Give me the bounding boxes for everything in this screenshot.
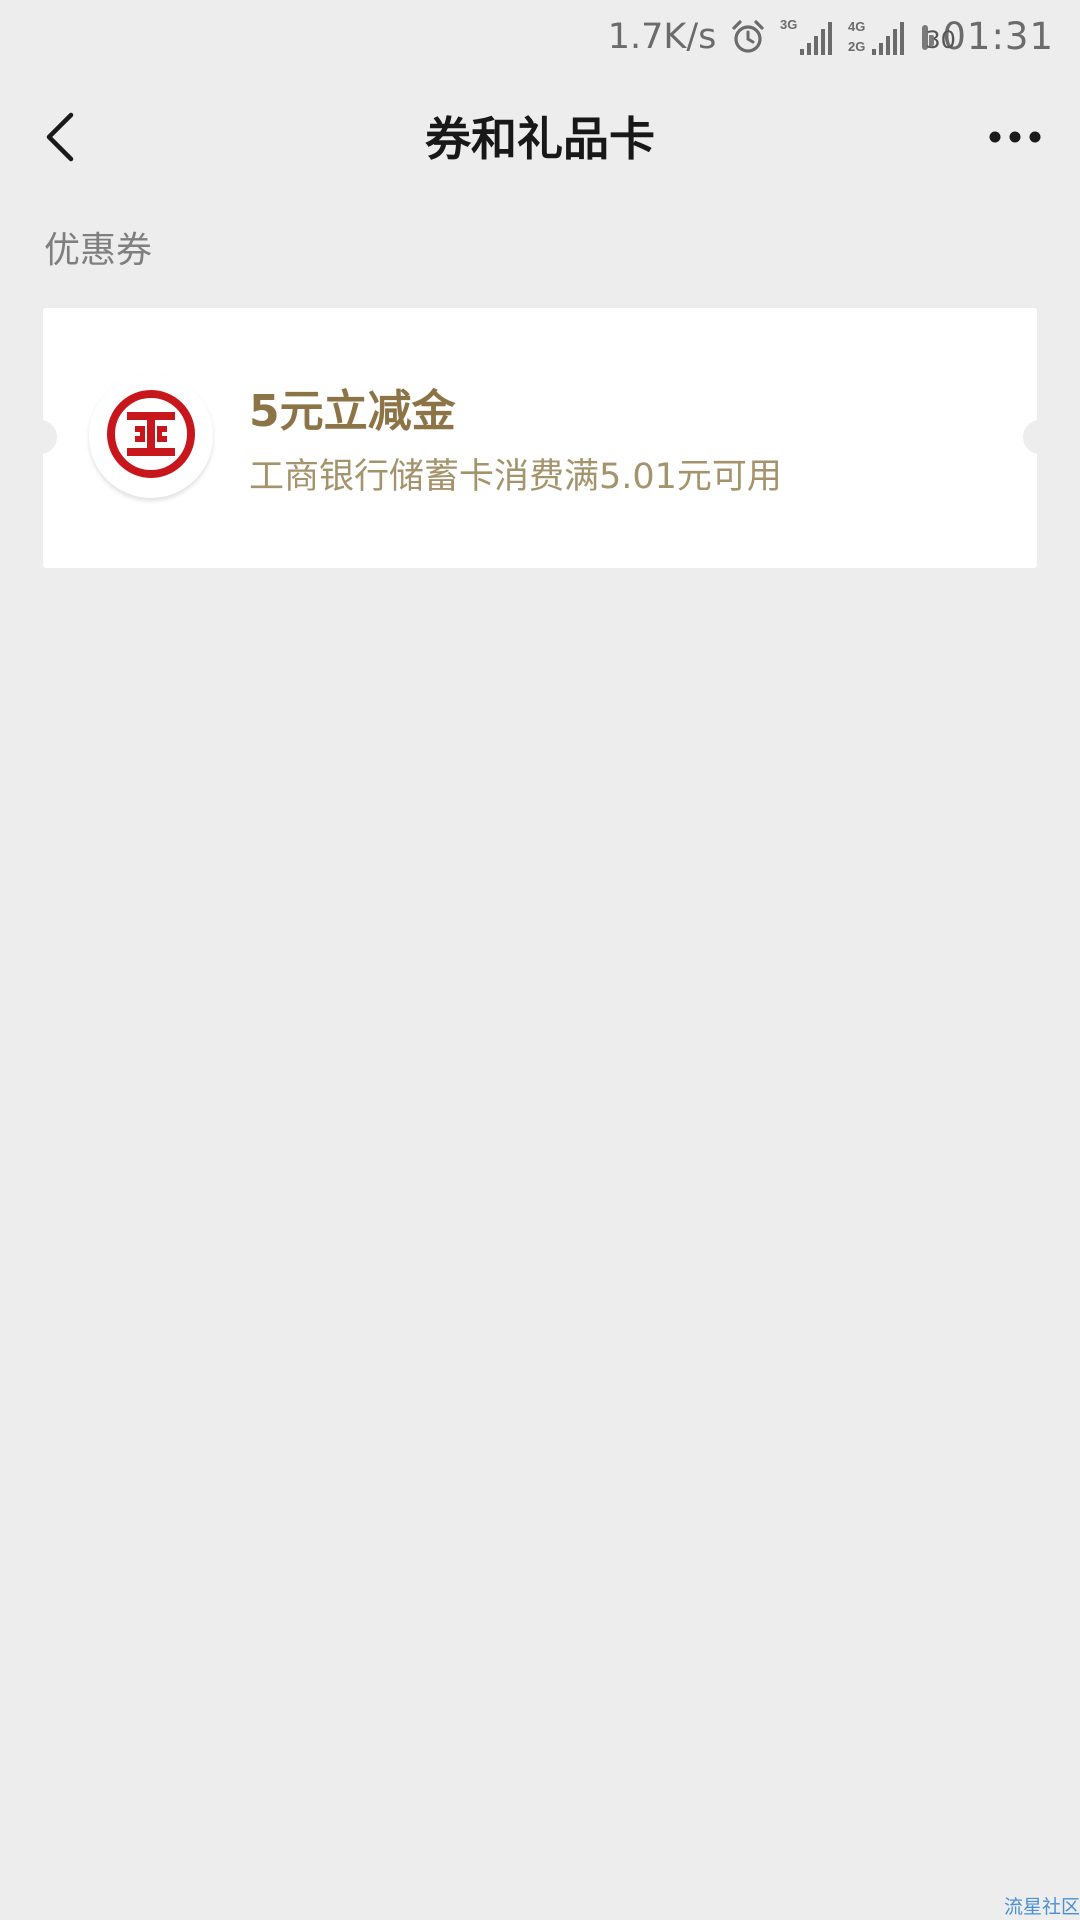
bank-logo (89, 374, 213, 498)
network-a-label: 3G (780, 17, 797, 32)
network-b-top-label: 4G (848, 19, 865, 34)
coupon-description: 工商银行储蓄卡消费满5.01元可用 (249, 457, 782, 497)
page-title: 券和礼品卡 (425, 112, 655, 166)
signal-4g-2g-icon: 4G 2G (848, 17, 908, 57)
status-indicators: 1.7K/s 3G 4G 2G 30 01:31 (608, 12, 1054, 62)
navigation-bar: 券和礼品卡 (0, 74, 1080, 204)
more-dots-icon (987, 129, 1043, 149)
coupon-title: 5元立减金 (249, 386, 456, 437)
signal-3g-icon: 3G (780, 17, 834, 57)
clock: 01:31 (942, 15, 1054, 58)
status-bar: 1.7K/s 3G 4G 2G 30 01:31 (0, 0, 1080, 74)
network-speed: 1.7K/s (607, 17, 717, 57)
alarm-icon (730, 19, 766, 55)
network-b-bottom-label: 2G (848, 39, 865, 54)
coupon-card[interactable]: 5元立减金 工商银行储蓄卡消费满5.01元可用 (23, 308, 1057, 568)
section-title-coupons: 优惠券 (44, 230, 153, 271)
card-notch-left (23, 420, 57, 454)
more-button[interactable] (980, 114, 1050, 164)
icbc-logo-icon (104, 387, 198, 485)
watermark: 流星社区 (1003, 1896, 1080, 1918)
card-notch-right (1023, 420, 1057, 454)
battery-icon: 30 (922, 24, 956, 52)
